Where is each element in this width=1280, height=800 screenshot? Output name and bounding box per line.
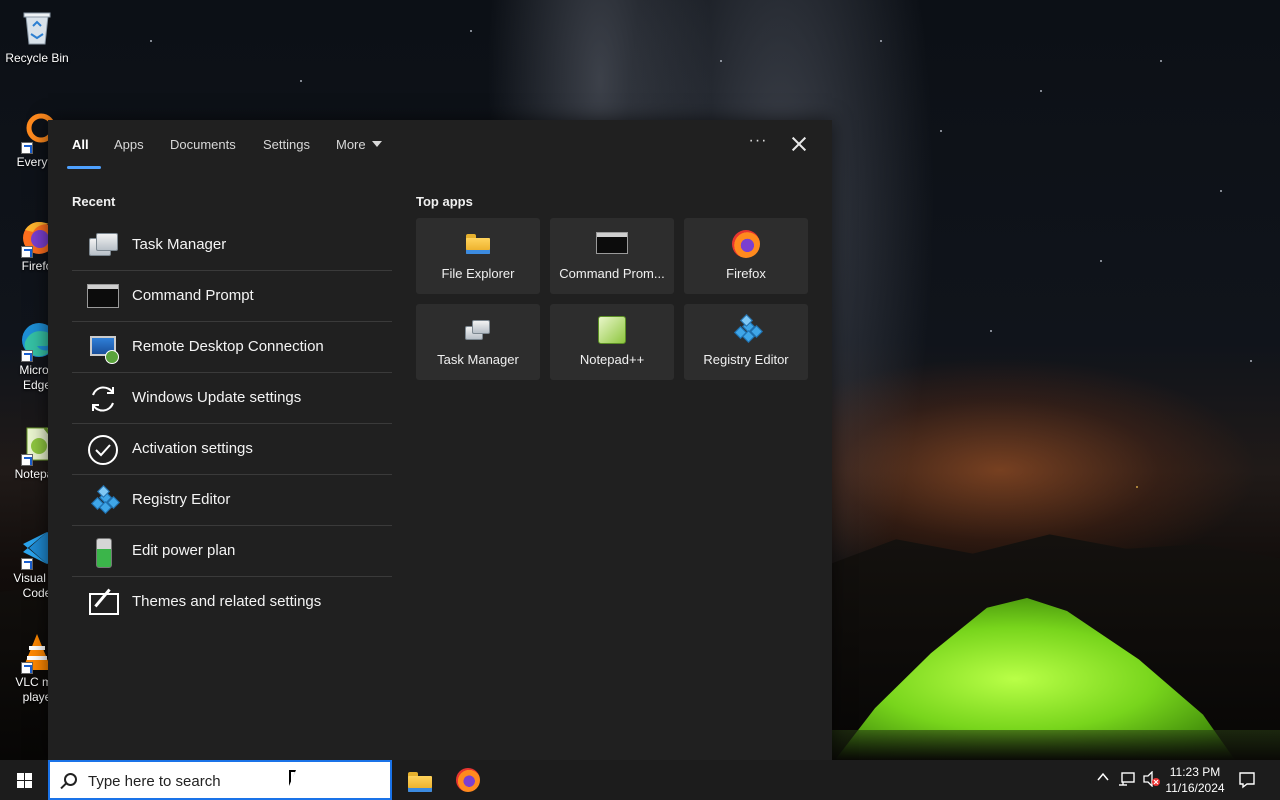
star [300, 80, 302, 82]
search-icon [64, 773, 77, 786]
tab-all[interactable]: All [72, 137, 89, 152]
checkmark-circle-icon [87, 434, 119, 466]
recent-item-label: Task Manager [132, 236, 227, 253]
shortcut-arrow-icon [21, 350, 33, 362]
shortcut-arrow-icon [21, 558, 33, 570]
desktop-icon-label: Recycle Bin [5, 51, 69, 65]
registry-editor-icon [87, 485, 120, 517]
recent-item-themes[interactable]: Themes and related settings [72, 577, 392, 628]
top-app-command-prompt[interactable]: Command Prom... [550, 218, 674, 294]
task-manager-icon [87, 230, 119, 262]
firefox-icon [732, 230, 760, 258]
top-app-label: Firefox [726, 266, 766, 281]
task-manager-icon [464, 316, 492, 344]
notepad-plus-plus-icon [598, 316, 626, 344]
theme-brush-icon [87, 587, 119, 619]
tab-settings[interactable]: Settings [263, 137, 310, 152]
grass [830, 730, 1280, 760]
network-icon[interactable] [1118, 772, 1136, 791]
star [1160, 60, 1162, 62]
top-app-label: Notepad++ [579, 352, 645, 367]
taskbar: Type here to search 11:23 PM 11/16/2024 [0, 760, 1280, 800]
folder-icon [406, 768, 432, 792]
recent-item-command-prompt[interactable]: Command Prompt [72, 271, 392, 322]
recent-item-activation[interactable]: Activation settings [72, 424, 392, 475]
star [1136, 486, 1138, 488]
notification-icon[interactable] [1238, 771, 1256, 792]
taskbar-firefox[interactable] [444, 764, 492, 800]
tab-documents[interactable]: Documents [170, 137, 236, 152]
recent-item-power-plan[interactable]: Edit power plan [72, 526, 392, 577]
recent-item-label: Themes and related settings [132, 593, 322, 610]
clock-date: 11/16/2024 [1165, 781, 1225, 795]
clock-time: 11:23 PM [1169, 765, 1221, 779]
top-app-registry-editor[interactable]: Registry Editor [684, 304, 808, 380]
registry-editor-icon [732, 314, 763, 344]
star [1250, 360, 1252, 362]
top-app-file-explorer[interactable]: File Explorer [416, 218, 540, 294]
top-app-label: Task Manager [437, 352, 519, 367]
recent-item-task-manager[interactable]: Task Manager [72, 220, 392, 271]
start-button[interactable] [0, 760, 48, 800]
shortcut-arrow-icon [21, 662, 33, 674]
recent-list: Task Manager Command Prompt Remote Deskt… [72, 220, 392, 628]
search-flyout: All Apps Documents Settings More ··· Rec… [48, 120, 832, 760]
shortcut-arrow-icon [21, 246, 33, 258]
active-tab-indicator [67, 166, 101, 169]
recent-item-label: Activation settings [132, 440, 253, 457]
recent-item-registry-editor[interactable]: Registry Editor [72, 475, 392, 526]
taskbar-search-box[interactable]: Type here to search [48, 760, 392, 800]
recent-item-label: Edit power plan [132, 542, 236, 559]
star [720, 60, 722, 62]
tab-more[interactable]: More [336, 137, 382, 152]
shortcut-arrow-icon [21, 142, 33, 154]
recent-item-remote-desktop[interactable]: Remote Desktop Connection [72, 322, 392, 373]
star [1220, 190, 1222, 192]
top-app-firefox[interactable]: Firefox [684, 218, 808, 294]
close-icon[interactable] [790, 135, 808, 153]
star [1040, 90, 1042, 92]
mouse-cursor [289, 770, 301, 786]
top-app-label: Command Prom... [559, 266, 665, 281]
star [470, 30, 472, 32]
volume-muted-icon[interactable] [1142, 770, 1160, 790]
shortcut-arrow-icon [21, 454, 33, 466]
top-app-notepad-plus-plus[interactable]: Notepad++ [550, 304, 674, 380]
command-prompt-icon [596, 232, 628, 254]
top-app-label: File Explorer [441, 266, 515, 281]
firefox-icon [456, 768, 480, 792]
tab-more-label: More [336, 137, 366, 152]
battery-icon [87, 536, 119, 568]
star [1100, 260, 1102, 262]
caret-down-icon [371, 141, 382, 147]
star [880, 40, 882, 42]
recent-item-label: Windows Update settings [132, 389, 302, 406]
recent-item-label: Command Prompt [132, 287, 254, 304]
folder-icon [464, 230, 492, 258]
star [940, 130, 942, 132]
recent-item-label: Registry Editor [132, 491, 231, 508]
command-prompt-icon [87, 284, 119, 308]
star [990, 330, 992, 332]
recent-heading: Recent [72, 194, 116, 209]
taskbar-file-explorer[interactable] [394, 764, 442, 800]
top-app-task-manager[interactable]: Task Manager [416, 304, 540, 380]
top-apps-heading: Top apps [416, 194, 473, 209]
star [150, 40, 152, 42]
show-hidden-icons-chevron-icon[interactable] [1096, 770, 1110, 787]
search-tabs: All Apps Documents Settings More ··· [48, 120, 832, 172]
recycle-bin-icon [17, 8, 57, 48]
remote-desktop-icon [87, 332, 119, 364]
recent-item-label: Remote Desktop Connection [132, 338, 324, 355]
search-placeholder: Type here to search [88, 773, 221, 790]
refresh-icon [87, 383, 119, 415]
top-app-label: Registry Editor [703, 352, 789, 367]
tab-apps[interactable]: Apps [114, 137, 144, 152]
recent-item-windows-update[interactable]: Windows Update settings [72, 373, 392, 424]
desktop-icon-recycle-bin[interactable]: Recycle Bin [0, 8, 74, 66]
system-clock[interactable]: 11:23 PM 11/16/2024 [1160, 764, 1230, 796]
more-options-button[interactable]: ··· [748, 132, 768, 156]
